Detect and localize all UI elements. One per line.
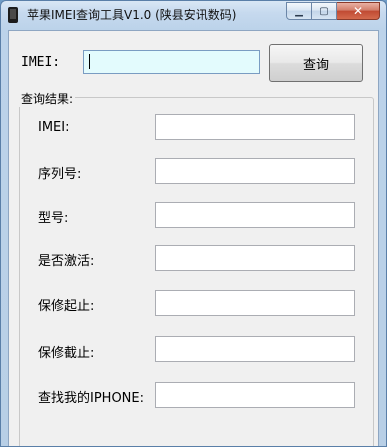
imei-input[interactable] [83,50,260,74]
result-activated-label: 是否激活: [38,254,95,269]
result-model-field[interactable] [155,202,355,228]
results-group-title: 查询结果: [19,90,76,107]
caption-buttons: ▁ ▢ ✕ [286,2,380,21]
client-area: IMEI: 查询 查询结果: IMEI: 序列号: 型号: 是否激活: 保修起止… [8,30,379,446]
result-model-label: 型号: [38,211,69,226]
window-title: 苹果IMEI查询工具V1.0 (陕县安讯数码) [27,8,237,22]
maximize-icon: ▢ [319,5,329,17]
result-find-my-iphone-label: 查找我的IPHONE: [38,391,144,406]
imei-label: IMEI: [21,55,61,70]
minimize-icon: ▁ [295,5,303,17]
result-imei-label: IMEI: [38,120,70,135]
result-warranty-start-label: 保修起止: [38,299,95,314]
minimize-button[interactable]: ▁ [286,2,312,20]
result-warranty-start-field[interactable] [155,290,355,316]
title-bar[interactable]: 苹果IMEI查询工具V1.0 (陕县安讯数码) ▁ ▢ ✕ [1,1,386,29]
result-serial-label: 序列号: [38,167,82,182]
result-warranty-end-field[interactable] [155,336,355,362]
result-imei-field[interactable] [155,114,355,140]
result-warranty-end-label: 保修截止: [38,346,95,361]
maximize-button[interactable]: ▢ [312,2,337,20]
phone-icon [8,7,18,23]
close-button[interactable]: ✕ [337,2,380,20]
result-find-my-iphone-field[interactable] [155,382,355,408]
result-activated-field[interactable] [155,245,355,271]
text-caret [89,54,90,69]
app-window: 苹果IMEI查询工具V1.0 (陕县安讯数码) ▁ ▢ ✕ IMEI: 查询 查… [0,0,387,447]
query-button[interactable]: 查询 [269,44,363,82]
result-serial-field[interactable] [155,158,355,184]
close-icon: ✕ [352,4,364,18]
